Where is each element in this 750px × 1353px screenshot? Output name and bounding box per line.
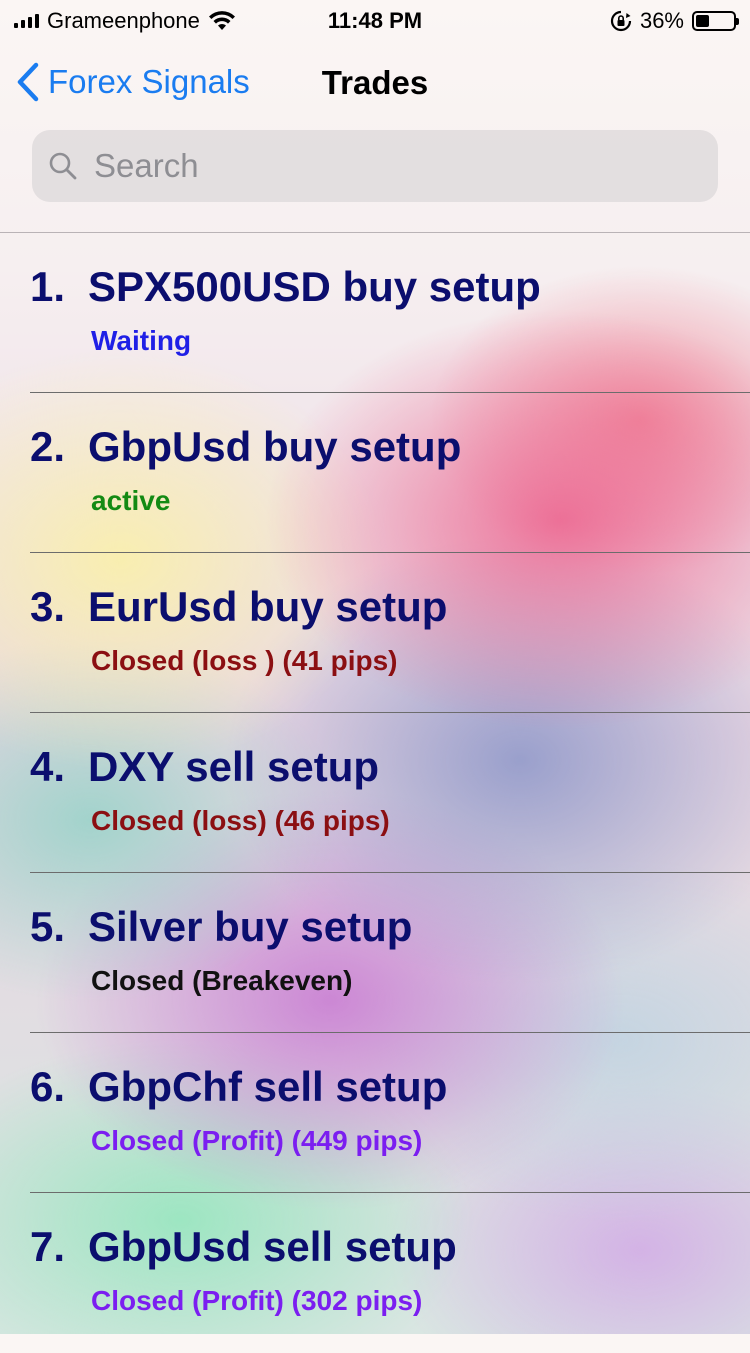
trade-title: 3. EurUsd buy setup (30, 583, 447, 631)
trade-status: Closed (Profit) (449 pips) (91, 1125, 423, 1156)
trade-name: SPX500USD buy setup (88, 263, 541, 310)
trade-name: EurUsd buy setup (88, 583, 448, 630)
search-bar[interactable] (32, 130, 718, 202)
trade-name: DXY sell setup (88, 743, 380, 790)
trade-status: Closed (Profit) (302 pips) (91, 1285, 423, 1316)
trade-name: Silver buy setup (88, 903, 413, 950)
trade-title: 6. GbpChf sell setup (30, 1063, 447, 1111)
trade-number: 5. (30, 903, 66, 950)
trade-number: 4. (30, 743, 66, 790)
trade-status: Closed (loss ) (41 pips) (91, 645, 398, 676)
trade-name: GbpUsd buy setup (88, 423, 462, 470)
trade-number: 2. (30, 423, 66, 470)
trade-name: GbpUsd sell setup (88, 1223, 457, 1270)
trade-row[interactable]: 2. GbpUsd buy setup active (0, 393, 750, 553)
rotation-lock-icon (610, 10, 632, 32)
trade-number: 1. (30, 263, 66, 310)
trade-status: Closed (loss) (46 pips) (91, 805, 390, 836)
search-icon (49, 152, 77, 180)
trade-title: 7. GbpUsd sell setup (30, 1223, 457, 1271)
trade-title: 1. SPX500USD buy setup (30, 263, 541, 311)
trade-status: active (91, 485, 171, 516)
trade-title: 5. Silver buy setup (30, 903, 412, 951)
battery-icon (692, 11, 739, 31)
page-title: Trades (321, 64, 429, 101)
battery-percent: 36% (639, 8, 684, 33)
nav-bar: Forex Signals Trades (0, 40, 750, 128)
trade-title: 2. GbpUsd buy setup (30, 423, 461, 471)
trade-status: Closed (Breakeven) (91, 965, 353, 996)
search-input[interactable] (92, 146, 656, 186)
trade-number: 6. (30, 1063, 66, 1110)
trade-list: 1. SPX500USD buy setup Waiting 2. GbpUsd b… (0, 233, 750, 1353)
trade-title: 4. DXY sell setup (30, 743, 379, 791)
status-bar: Grameenphone 11:48 PM 36% (0, 0, 750, 40)
trade-number: 7. (30, 1223, 66, 1270)
trade-row[interactable]: 5. Silver buy setup Closed (Breakeven) (0, 873, 750, 1033)
trade-row[interactable]: 3. EurUsd buy setup Closed (loss ) (41 pi… (0, 553, 750, 713)
trade-row[interactable]: 6. GbpChf sell setup Closed (Profit) (449… (0, 1033, 750, 1193)
status-right: 36% (610, 8, 739, 34)
trade-number: 3. (30, 583, 66, 630)
trade-row[interactable]: 1. SPX500USD buy setup Waiting (0, 233, 750, 393)
trade-name: GbpChf sell setup (88, 1063, 448, 1110)
trade-row[interactable]: 7. GbpUsd sell setup Closed (Profit) (302… (0, 1193, 750, 1353)
trade-row[interactable]: 4. DXY sell setup Closed (loss) (46 pips) (0, 713, 750, 873)
trade-status: Waiting (91, 325, 192, 356)
